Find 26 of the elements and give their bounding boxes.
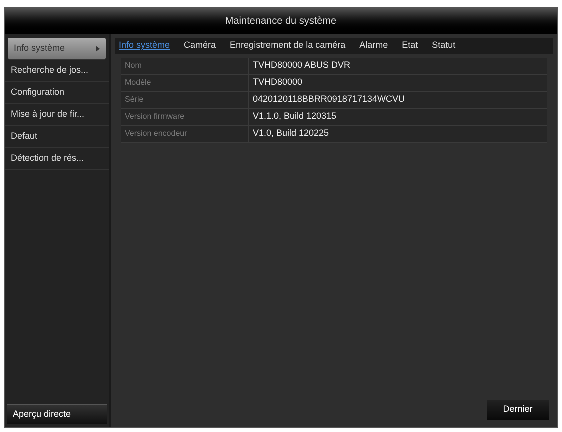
field-value: TVHD80000 — [252, 76, 304, 90]
sidebar-item[interactable]: Configuration — [5, 82, 109, 104]
field-label: Nom — [121, 58, 249, 74]
tab[interactable]: Etat — [402, 39, 418, 53]
caret-icon — [96, 46, 100, 52]
window-title: Maintenance du système — [225, 14, 337, 28]
tab[interactable]: Info système — [119, 39, 170, 53]
tab[interactable]: Statut — [432, 39, 456, 53]
sidebar-item[interactable]: Info système — [8, 38, 106, 60]
sidebar-item[interactable]: Defaut — [5, 126, 109, 148]
field-label: Version encodeur — [121, 126, 249, 142]
sidebar-item[interactable]: Détection de rés... — [5, 148, 109, 170]
field-label: Version firmware — [121, 109, 249, 125]
field-value: V1.1.0, Build 120315 — [252, 110, 338, 124]
field-label: Série — [121, 92, 249, 108]
last-button[interactable]: Dernier — [487, 400, 549, 420]
field-label: Modèle — [121, 75, 249, 91]
sidebar-item[interactable]: Recherche de jos... — [5, 60, 109, 82]
field-value: V1.0, Build 120225 — [252, 127, 330, 140]
tab[interactable]: Alarme — [360, 39, 388, 53]
tab[interactable]: Enregistrement de la caméra — [230, 39, 346, 53]
sidebar-item[interactable]: Mise à jour de fir... — [5, 104, 109, 126]
live-view-button[interactable]: Aperçu directe — [7, 404, 107, 424]
field-value: TVHD80000 ABUS DVR — [252, 59, 352, 72]
field-value: 0420120118BBRR0918717134WCVU — [252, 93, 406, 106]
tab[interactable]: Caméra — [184, 39, 216, 53]
